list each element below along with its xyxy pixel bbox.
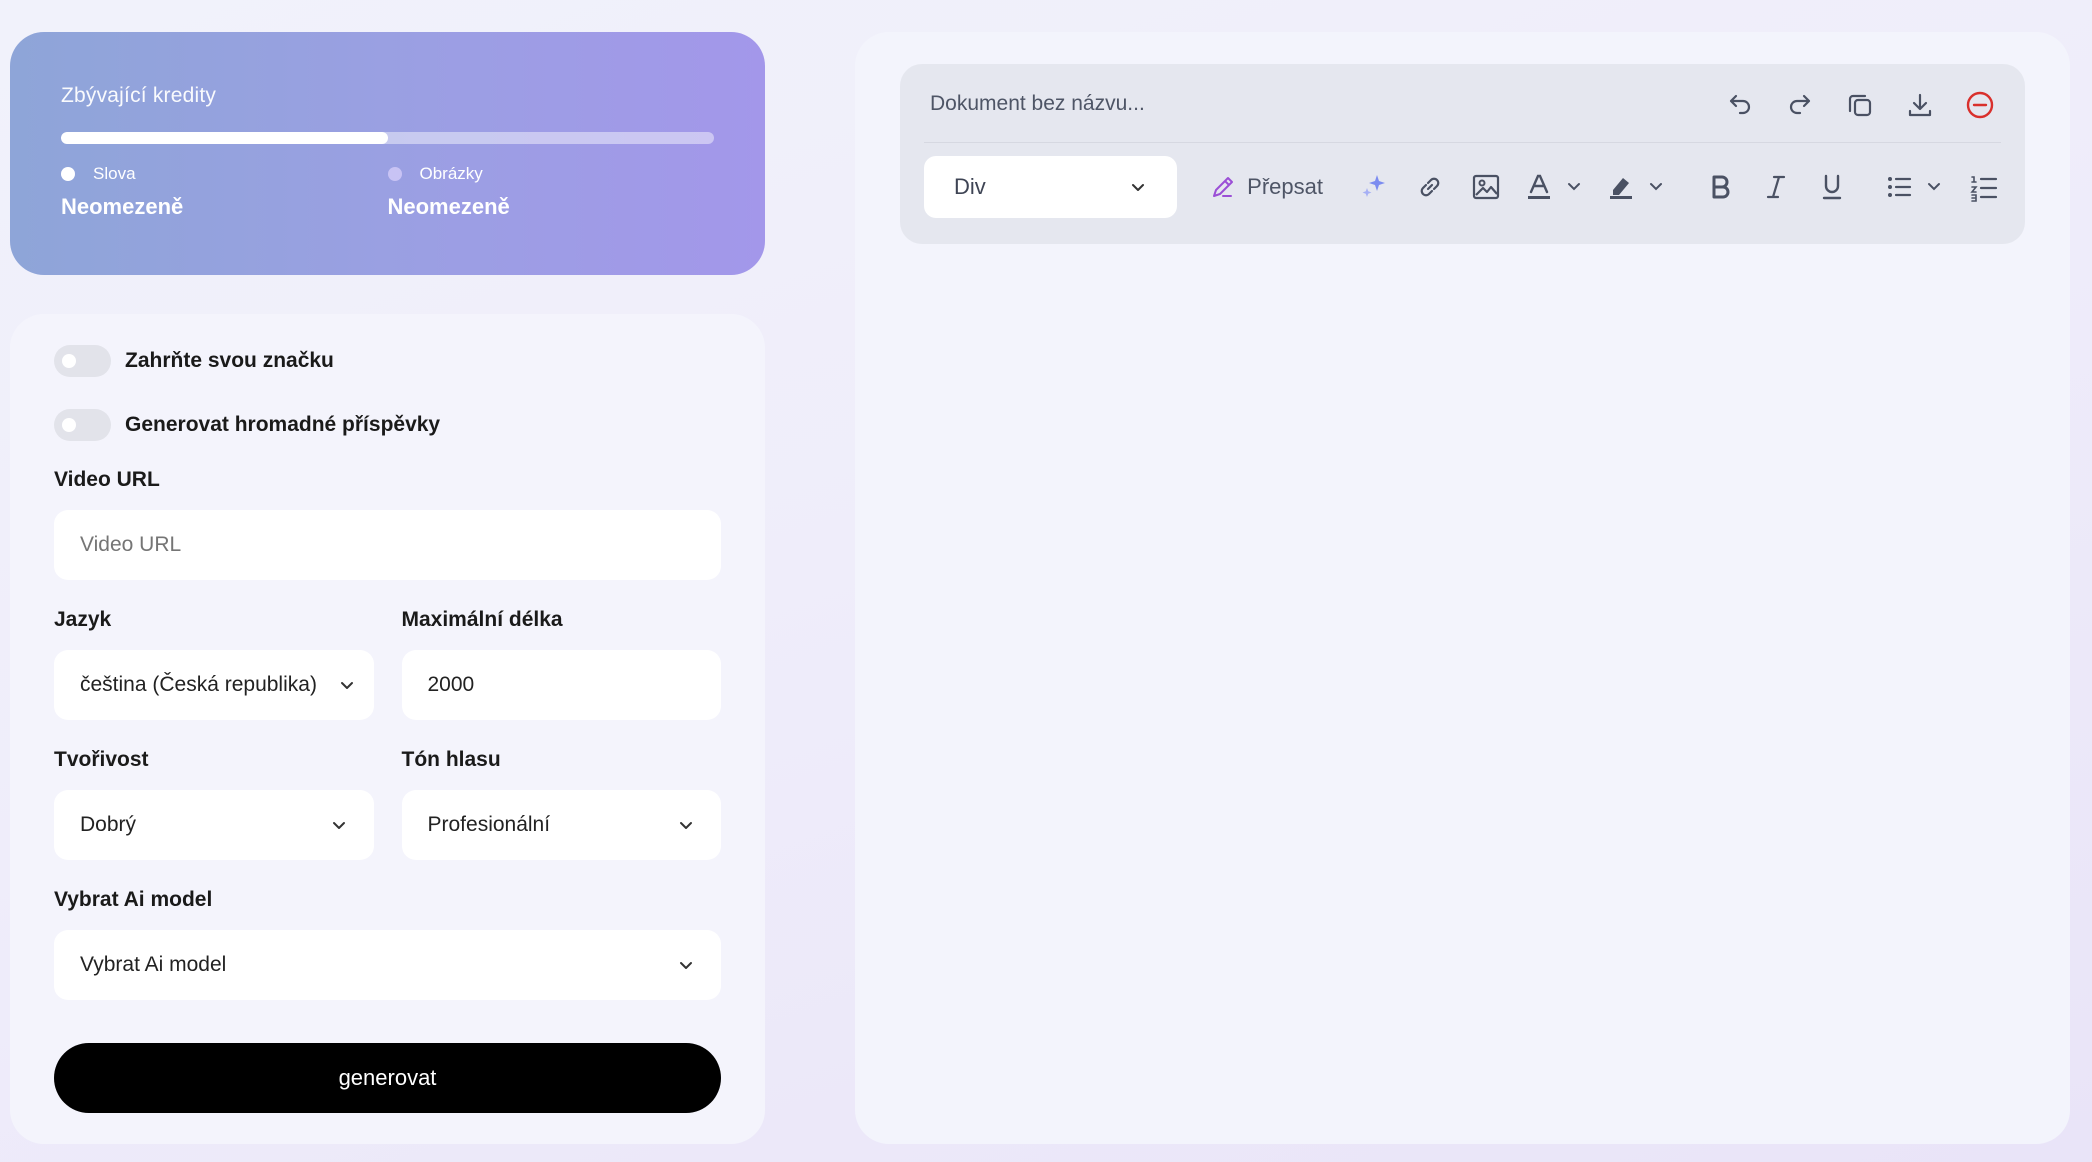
chevron-down-icon (680, 822, 692, 829)
rewrite-label: Přepsat (1247, 174, 1323, 199)
max-length-input[interactable]: 2000 (401, 650, 721, 720)
copy-icon[interactable] (1845, 90, 1875, 120)
tone-label: Tón hlasu (401, 748, 501, 771)
language-label: Jazyk (54, 608, 112, 631)
ordered-list-icon[interactable] (1967, 172, 2001, 202)
link-icon[interactable] (1413, 172, 1447, 202)
creativity-value: Dobrý (80, 813, 137, 836)
credit-columns: Slova Neomezeně Obrázky Neomezeně (61, 164, 714, 220)
minus-circle-icon[interactable] (1965, 90, 1995, 120)
credits-title: Zbývající kredity (61, 84, 217, 107)
ai-model-select[interactable]: Vybrat Ai model (54, 930, 721, 1000)
editor-content-area[interactable] (900, 272, 2025, 1104)
language-value: čeština (Česká republika) (80, 673, 317, 696)
bold-icon[interactable] (1703, 172, 1737, 202)
italic-icon[interactable] (1759, 172, 1793, 202)
text-color-icon[interactable] (1525, 172, 1585, 202)
video-url-label: Video URL (54, 468, 160, 491)
pencil-icon (1213, 177, 1234, 197)
max-length-label: Maximální délka (401, 608, 563, 631)
max-length-value: 2000 (427, 673, 475, 696)
credits-progress-bar (61, 132, 714, 144)
generator-form: Zahrňte svou značku Generovat hromadné p… (10, 314, 765, 1144)
highlighter-icon[interactable] (1607, 172, 1667, 202)
words-label: Slova (93, 164, 136, 183)
credit-words: Slova Neomezeně (61, 164, 388, 220)
language-select[interactable]: čeština (Česká republika) (54, 650, 374, 720)
document-actions (1725, 90, 1995, 120)
images-label: Obrázky (419, 164, 483, 183)
bullet-list-icon[interactable] (1885, 172, 1945, 202)
creativity-label: Tvořivost (54, 748, 149, 771)
rewrite-button[interactable]: Přepsat (1209, 173, 1323, 201)
chevron-down-icon (1132, 184, 1145, 191)
bulk-posts-label: Generovat hromadné příspěvky (125, 413, 441, 436)
chevron-down-icon (332, 822, 345, 829)
editor-toolbar: Dokument bez názvu... Div Přepsat (900, 64, 2025, 244)
format-row: Div Přepsat (924, 156, 2001, 218)
block-type-value: Div (954, 174, 986, 199)
chevron-down-icon (340, 682, 353, 689)
images-value: Neomezeně (387, 194, 510, 219)
document-title-input[interactable]: Dokument bez názvu... (930, 92, 1145, 116)
format-icons (1357, 172, 2001, 202)
include-brand-toggle[interactable] (54, 345, 111, 377)
creativity-select[interactable]: Dobrý (54, 790, 374, 860)
underline-icon[interactable] (1815, 172, 1849, 202)
toolbar-divider (924, 142, 2001, 143)
block-type-select[interactable]: Div (924, 156, 1178, 218)
app-page: Zbývající kredity Slova Neomezeně Obrázk… (0, 0, 2092, 1162)
editor-panel: Dokument bez názvu... Div Přepsat (855, 32, 2070, 1144)
sparkle-icon[interactable] (1357, 172, 1391, 202)
include-brand-label: Zahrňte svou značku (125, 349, 334, 372)
image-icon[interactable] (1469, 172, 1503, 202)
images-legend-dot (387, 167, 402, 181)
tone-value: Profesionální (427, 813, 551, 836)
download-icon[interactable] (1905, 90, 1935, 120)
generate-button[interactable]: generovat (54, 1043, 721, 1113)
words-legend-dot (61, 167, 75, 181)
credits-progress-fill (61, 132, 388, 144)
ai-model-value: Vybrat Ai model (80, 953, 227, 976)
credits-card: Zbývající kredity Slova Neomezeně Obrázk… (10, 32, 765, 275)
tone-select[interactable]: Profesionální (401, 790, 721, 860)
toggle-row-brand: Zahrňte svou značku (54, 344, 721, 378)
ai-model-label: Vybrat Ai model (54, 888, 213, 911)
bulk-posts-toggle[interactable] (54, 409, 111, 441)
redo-icon[interactable] (1785, 90, 1815, 120)
words-value: Neomezeně (61, 194, 184, 219)
chevron-down-icon (680, 962, 692, 969)
toggle-row-bulk: Generovat hromadné příspěvky (54, 408, 721, 442)
credit-images: Obrázky Neomezeně (387, 164, 715, 220)
undo-icon[interactable] (1725, 90, 1755, 120)
video-url-input[interactable] (54, 510, 721, 580)
